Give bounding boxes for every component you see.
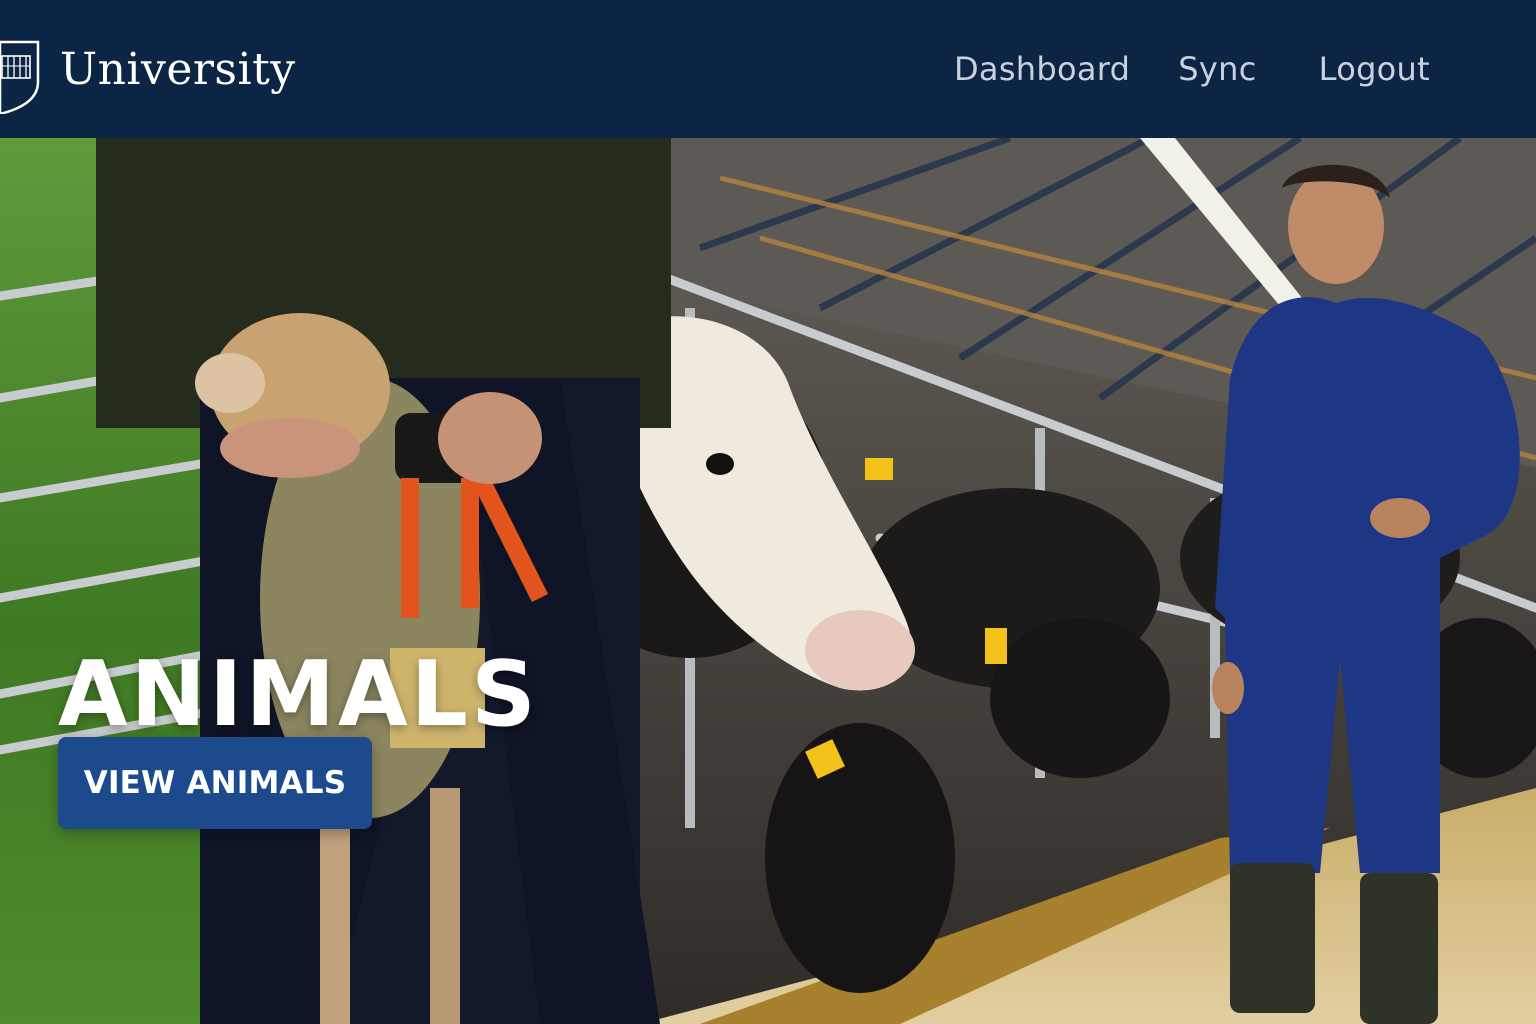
- hero-banner: ANIMALS VIEW ANIMALS: [0, 138, 1536, 1024]
- farm-livestock-photo: [0, 138, 1536, 1024]
- shield-icon: [0, 40, 40, 114]
- view-animals-button[interactable]: VIEW ANIMALS: [58, 737, 372, 829]
- nav-link-logout[interactable]: Logout: [1319, 50, 1430, 88]
- brand-name: University: [60, 44, 296, 95]
- main-nav: Dashboard Sync Logout: [954, 50, 1430, 88]
- nav-link-dashboard[interactable]: Dashboard: [954, 50, 1130, 88]
- nav-link-sync[interactable]: Sync: [1178, 50, 1256, 88]
- university-logo[interactable]: University: [0, 38, 296, 114]
- top-navigation-bar: University Dashboard Sync Logout: [0, 0, 1536, 138]
- hero-title: ANIMALS: [58, 642, 539, 748]
